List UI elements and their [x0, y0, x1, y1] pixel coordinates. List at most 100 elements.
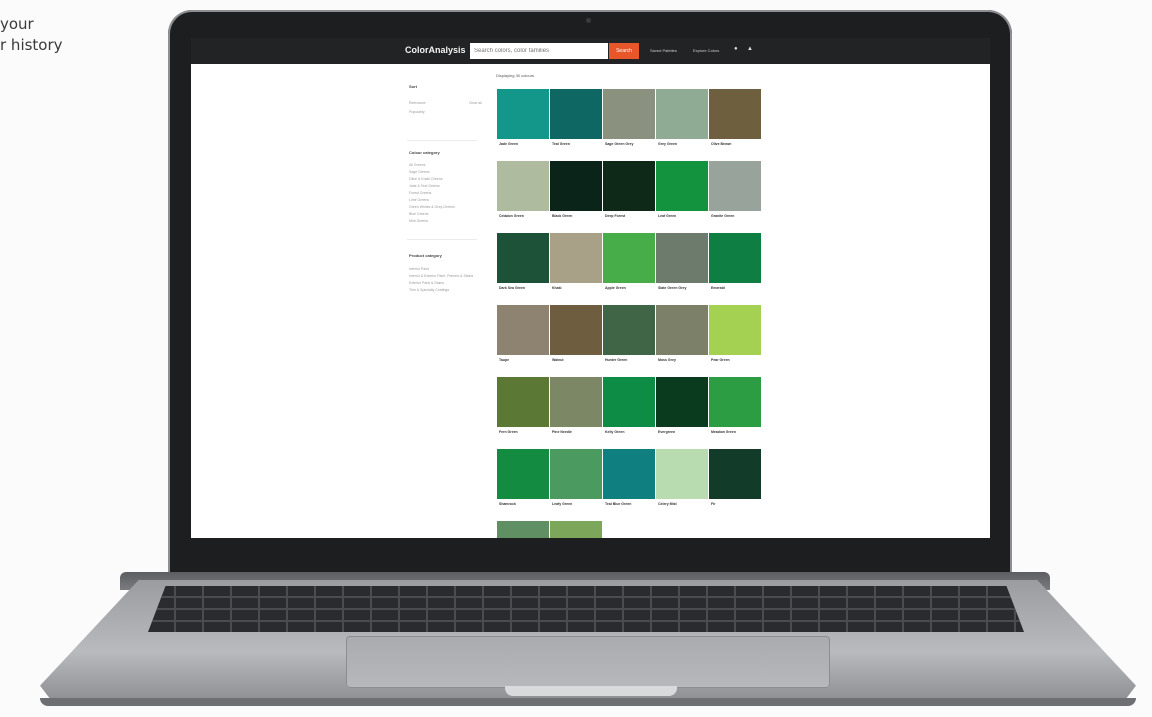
- color-swatch[interactable]: [497, 521, 549, 538]
- nav-explore-colors[interactable]: Explore Colors: [693, 48, 719, 53]
- color-swatch[interactable]: [656, 233, 708, 283]
- color-card[interactable]: Meadow Green: [709, 377, 761, 442]
- color-card[interactable]: Grey Green: [656, 89, 708, 154]
- color-swatch[interactable]: [656, 305, 708, 355]
- color-card[interactable]: Granite Green: [709, 161, 761, 226]
- color-swatch[interactable]: [709, 161, 761, 211]
- color-card[interactable]: Celadon Green: [497, 161, 549, 226]
- product-category-item[interactable]: Trim & Specialty Coatings: [409, 288, 449, 292]
- color-card[interactable]: Hunter Green: [603, 305, 655, 370]
- color-swatch[interactable]: [497, 161, 549, 211]
- color-swatch[interactable]: [550, 233, 602, 283]
- colour-category-item[interactable]: Forest Greens: [409, 191, 431, 195]
- color-name: Pine Needle: [552, 430, 572, 434]
- color-swatch[interactable]: [603, 89, 655, 139]
- color-name: Celery Mist: [658, 502, 677, 506]
- color-swatch[interactable]: [603, 449, 655, 499]
- sort-option-relevance[interactable]: Relevance: [409, 101, 426, 105]
- color-card[interactable]: Teal Blue Green: [603, 449, 655, 514]
- color-swatch[interactable]: [709, 305, 761, 355]
- color-card[interactable]: Fir: [709, 449, 761, 514]
- colour-category-item[interactable]: Sage Greens: [409, 170, 430, 174]
- colour-category-heading: Colour category: [409, 150, 440, 155]
- color-swatch[interactable]: [603, 377, 655, 427]
- color-swatch[interactable]: [603, 305, 655, 355]
- color-card[interactable]: Khaki: [550, 233, 602, 298]
- promo-line-1: your: [0, 15, 34, 33]
- color-swatch[interactable]: [656, 161, 708, 211]
- color-swatch[interactable]: [497, 377, 549, 427]
- color-card[interactable]: Teal Green: [550, 89, 602, 154]
- color-swatch[interactable]: [497, 233, 549, 283]
- colour-category-item[interactable]: Green Whites & Grey-Greens: [409, 205, 455, 209]
- keyboard: [148, 586, 1024, 632]
- colour-category-item[interactable]: Blue Greens: [409, 212, 428, 216]
- colour-category-item[interactable]: Jade & Teal Greens: [409, 184, 440, 188]
- color-swatch[interactable]: [497, 305, 549, 355]
- colour-category-item[interactable]: Olive & Khaki Greens: [409, 177, 442, 181]
- site-logo[interactable]: ColorAnalysis: [405, 45, 466, 55]
- product-category-item[interactable]: Exterior Paint & Stains: [409, 281, 444, 285]
- color-card[interactable]: [497, 521, 549, 538]
- color-card[interactable]: Emerald: [709, 233, 761, 298]
- color-name: Apple Green: [605, 286, 626, 290]
- color-card[interactable]: Jade Green: [497, 89, 549, 154]
- color-swatch[interactable]: [656, 377, 708, 427]
- sort-option-popularity[interactable]: Popularity: [409, 110, 425, 114]
- product-category-item[interactable]: Interior & Exterior Paint, Primers & Sta…: [409, 274, 473, 278]
- color-swatch[interactable]: [656, 449, 708, 499]
- color-card[interactable]: Fern Green: [497, 377, 549, 442]
- color-card[interactable]: Leafy Green: [550, 449, 602, 514]
- color-card[interactable]: Olive Brown: [709, 89, 761, 154]
- sort-heading: Sort: [409, 84, 417, 89]
- color-card[interactable]: Moss Grey: [656, 305, 708, 370]
- color-swatch[interactable]: [550, 305, 602, 355]
- color-name: Leafy Green: [552, 502, 573, 506]
- color-swatch[interactable]: [497, 89, 549, 139]
- nav-saved-palettes[interactable]: Saved Palettes: [650, 48, 677, 53]
- color-card[interactable]: Slate Green Grey: [656, 233, 708, 298]
- color-card[interactable]: [550, 521, 602, 538]
- color-card[interactable]: Walnut: [550, 305, 602, 370]
- color-swatch[interactable]: [497, 449, 549, 499]
- color-swatch[interactable]: [603, 161, 655, 211]
- search-button[interactable]: Search: [609, 43, 639, 59]
- color-swatch[interactable]: [709, 89, 761, 139]
- color-card[interactable]: Apple Green: [603, 233, 655, 298]
- color-card[interactable]: Taupe: [497, 305, 549, 370]
- color-swatch[interactable]: [709, 377, 761, 427]
- color-card[interactable]: Celery Mist: [656, 449, 708, 514]
- colour-category-item[interactable]: All Greens: [409, 163, 425, 167]
- color-card[interactable]: Sage Green Grey: [603, 89, 655, 154]
- color-card[interactable]: Kelly Green: [603, 377, 655, 442]
- color-card[interactable]: Shamrock: [497, 449, 549, 514]
- color-swatch[interactable]: [550, 89, 602, 139]
- color-card[interactable]: Pine Needle: [550, 377, 602, 442]
- color-card[interactable]: Dark Sea Green: [497, 233, 549, 298]
- color-swatch[interactable]: [709, 233, 761, 283]
- color-swatch[interactable]: [550, 377, 602, 427]
- color-card[interactable]: Deep Forest: [603, 161, 655, 226]
- color-swatch[interactable]: [550, 449, 602, 499]
- cart-icon[interactable]: ▲: [747, 46, 753, 52]
- lid-notch: [505, 686, 677, 696]
- color-swatch[interactable]: [709, 449, 761, 499]
- colour-category-item[interactable]: Mint Greens: [409, 219, 428, 223]
- user-icon[interactable]: ●: [734, 46, 738, 52]
- color-card[interactable]: Pear Green: [709, 305, 761, 370]
- color-card[interactable]: Black Green: [550, 161, 602, 226]
- color-swatch[interactable]: [550, 521, 602, 538]
- colour-category-item[interactable]: Lime Greens: [409, 198, 429, 202]
- results-count-title: Displaying 30 colours: [496, 73, 535, 78]
- color-card[interactable]: Leaf Green: [656, 161, 708, 226]
- color-name: Meadow Green: [711, 430, 736, 434]
- clear-all-link[interactable]: Clear all: [469, 101, 482, 105]
- color-swatch[interactable]: [656, 89, 708, 139]
- color-name: Slate Green Grey: [658, 286, 687, 290]
- color-swatch[interactable]: [603, 233, 655, 283]
- color-card[interactable]: Evergreen: [656, 377, 708, 442]
- color-swatch[interactable]: [550, 161, 602, 211]
- product-category-item[interactable]: Interior Paint: [409, 267, 429, 271]
- color-name: Moss Grey: [658, 358, 676, 362]
- search-input[interactable]: [470, 43, 608, 59]
